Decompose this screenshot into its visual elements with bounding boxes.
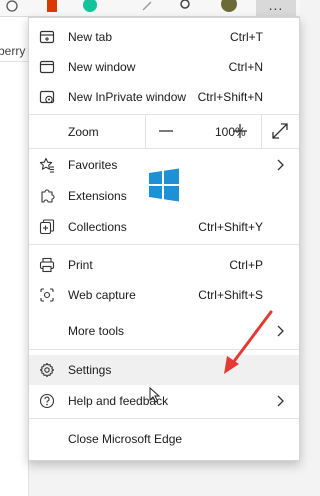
menu-divider [29, 148, 299, 149]
shortcut-text: Ctrl+Shift+N [197, 90, 263, 104]
menu-item-label: Print [68, 258, 93, 272]
annotation-arrow-icon [224, 310, 273, 374]
menu-item-new-window[interactable]: New window Ctrl+N [29, 52, 299, 82]
collections-icon [39, 219, 55, 235]
zoom-row: Zoom 100% [29, 114, 299, 148]
shortcut-text: Ctrl+T [230, 30, 263, 44]
page-divider [0, 61, 28, 62]
menu-item-print[interactable]: Print Ctrl+P [29, 250, 299, 280]
menu-item-label: New tab [68, 30, 113, 44]
extensions-puzzle-icon [41, 189, 55, 203]
menu-item-label: New InPrivate window [68, 90, 187, 104]
extension-icon[interactable] [4, 0, 20, 14]
office-icon[interactable] [45, 0, 59, 14]
zoom-out-button[interactable] [151, 114, 181, 148]
menu-item-new-inprivate-window[interactable]: New InPrivate window Ctrl+Shift+N [29, 82, 299, 112]
menu-item-new-tab[interactable]: New tab Ctrl+T [29, 22, 299, 52]
mouse-cursor-icon [149, 387, 161, 403]
menu-item-label: Favorites [68, 158, 118, 172]
shortcut-text: Ctrl+Shift+S [198, 288, 263, 302]
menu-item-label: Close Microsoft Edge [68, 432, 183, 446]
zoom-in-button[interactable] [225, 114, 255, 148]
web-capture-icon [40, 288, 54, 302]
profile-sync-icon[interactable] [178, 0, 194, 14]
page-text: berry [0, 44, 26, 58]
window-icon [39, 60, 55, 74]
share-icon[interactable] [141, 0, 155, 14]
zoom-label: Zoom [68, 125, 99, 139]
menu-divider [29, 418, 299, 419]
menu-item-help-and-feedback[interactable]: Help and feedback [29, 386, 299, 416]
chevron-right-icon [277, 159, 284, 171]
fullscreen-icon[interactable] [265, 114, 295, 148]
menu-item-label: Collections [68, 220, 127, 234]
avatar[interactable] [220, 0, 238, 14]
inprivate-icon [39, 90, 55, 104]
chevron-right-icon [277, 395, 284, 407]
menu-divider [29, 244, 299, 245]
more-options-button[interactable]: ... [256, 0, 296, 16]
favorites-star-icon [39, 157, 54, 173]
shortcut-text: Ctrl+N [228, 60, 263, 74]
page-content: berry [0, 17, 29, 496]
shortcut-text: Ctrl+Shift+Y [198, 220, 263, 234]
zoom-separator [145, 114, 146, 148]
new-tab-icon [39, 30, 55, 44]
shortcut-text: Ctrl+P [229, 258, 263, 272]
menu-item-label: Settings [68, 363, 112, 377]
grammarly-icon[interactable] [82, 0, 98, 14]
settings-menu: New tab Ctrl+T New window Ctrl+N New InP… [28, 17, 300, 461]
menu-item-close-edge[interactable]: Close Microsoft Edge [29, 424, 299, 454]
settings-gear-icon [39, 362, 55, 378]
menu-item-label: New window [68, 60, 136, 74]
help-question-icon [39, 393, 55, 409]
windows-logo-icon [149, 168, 179, 202]
menu-item-label: More tools [68, 324, 125, 338]
menu-item-web-capture[interactable]: Web capture Ctrl+Shift+S [29, 280, 299, 310]
menu-item-label: Extensions [68, 189, 127, 203]
menu-item-collections[interactable]: Collections Ctrl+Shift+Y [29, 212, 299, 242]
zoom-separator [261, 114, 262, 148]
print-icon [39, 257, 55, 273]
browser-toolbar: ... [0, 0, 300, 17]
menu-item-label: Web capture [68, 288, 136, 302]
